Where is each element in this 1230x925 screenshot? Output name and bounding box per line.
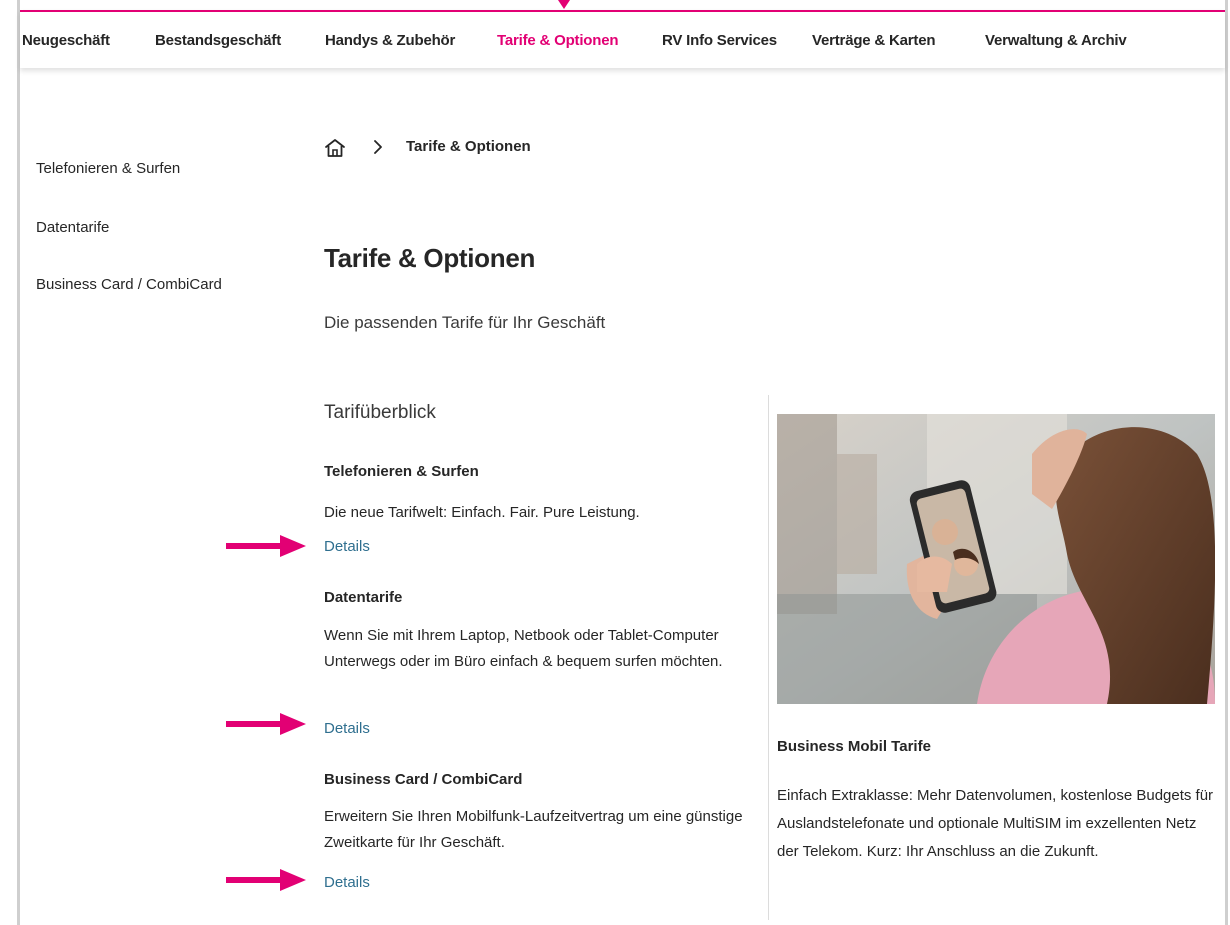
top-navigation: Neugeschäft Bestandsgeschäft Handys & Zu…	[20, 10, 1225, 68]
details-link[interactable]: Details	[324, 538, 370, 555]
pointer-arrow-icon	[226, 869, 306, 891]
teaser-description: Einfach Extraklasse: Mehr Datenvolumen, …	[777, 787, 1214, 860]
frame-right-border	[1225, 0, 1228, 925]
sidebar-item-datentarife[interactable]: Datentarife	[36, 219, 109, 236]
frame-left-border	[17, 0, 20, 925]
tariff-title: Datentarife	[324, 589, 403, 606]
details-link[interactable]: Details	[324, 874, 370, 891]
tariff-description: Die neue Tarifwelt: Einfach. Fair. Pure …	[324, 504, 640, 521]
nav-item-bestandsgeschaeft[interactable]: Bestandsgeschäft	[155, 32, 281, 49]
active-nav-pointer-icon	[558, 0, 570, 9]
details-link[interactable]: Details	[324, 720, 370, 737]
pointer-arrow-icon	[226, 713, 306, 735]
nav-item-tarife-optionen[interactable]: Tarife & Optionen	[497, 32, 619, 49]
nav-item-neugeschaeft[interactable]: Neugeschäft	[22, 32, 110, 49]
sidebar-item-telefonieren-surfen[interactable]: Telefonieren & Surfen	[36, 160, 180, 177]
nav-item-vertraege-karten[interactable]: Verträge & Karten	[812, 32, 936, 49]
home-icon[interactable]	[324, 138, 346, 158]
nav-item-verwaltung-archiv[interactable]: Verwaltung & Archiv	[985, 32, 1127, 49]
tariff-description: Wenn Sie mit Ihrem Laptop, Netbook oder …	[324, 627, 723, 670]
nav-item-handys-zubehoer[interactable]: Handys & Zubehör	[325, 32, 455, 49]
tariff-description: Erweitern Sie Ihren Mobilfunk-Laufzeitve…	[324, 808, 743, 851]
nav-item-rv-info-services[interactable]: RV Info Services	[662, 32, 777, 49]
pointer-arrow-icon	[226, 535, 306, 557]
breadcrumb-current: Tarife & Optionen	[406, 138, 531, 155]
tariff-title: Telefonieren & Surfen	[324, 463, 479, 480]
breadcrumb-chevron-icon	[374, 140, 382, 154]
tariff-title: Business Card / CombiCard	[324, 771, 523, 788]
sidebar-item-business-card[interactable]: Business Card / CombiCard	[36, 276, 222, 293]
teaser-title: Business Mobil Tarife	[777, 738, 931, 755]
page-title: Tarife & Optionen	[324, 243, 536, 273]
page-subtitle: Die passenden Tarife für Ihr Geschäft	[324, 313, 606, 332]
column-divider	[768, 395, 769, 920]
teaser-image	[777, 414, 1215, 704]
section-title-tarifueberblick: Tarifüberblick	[324, 402, 436, 423]
